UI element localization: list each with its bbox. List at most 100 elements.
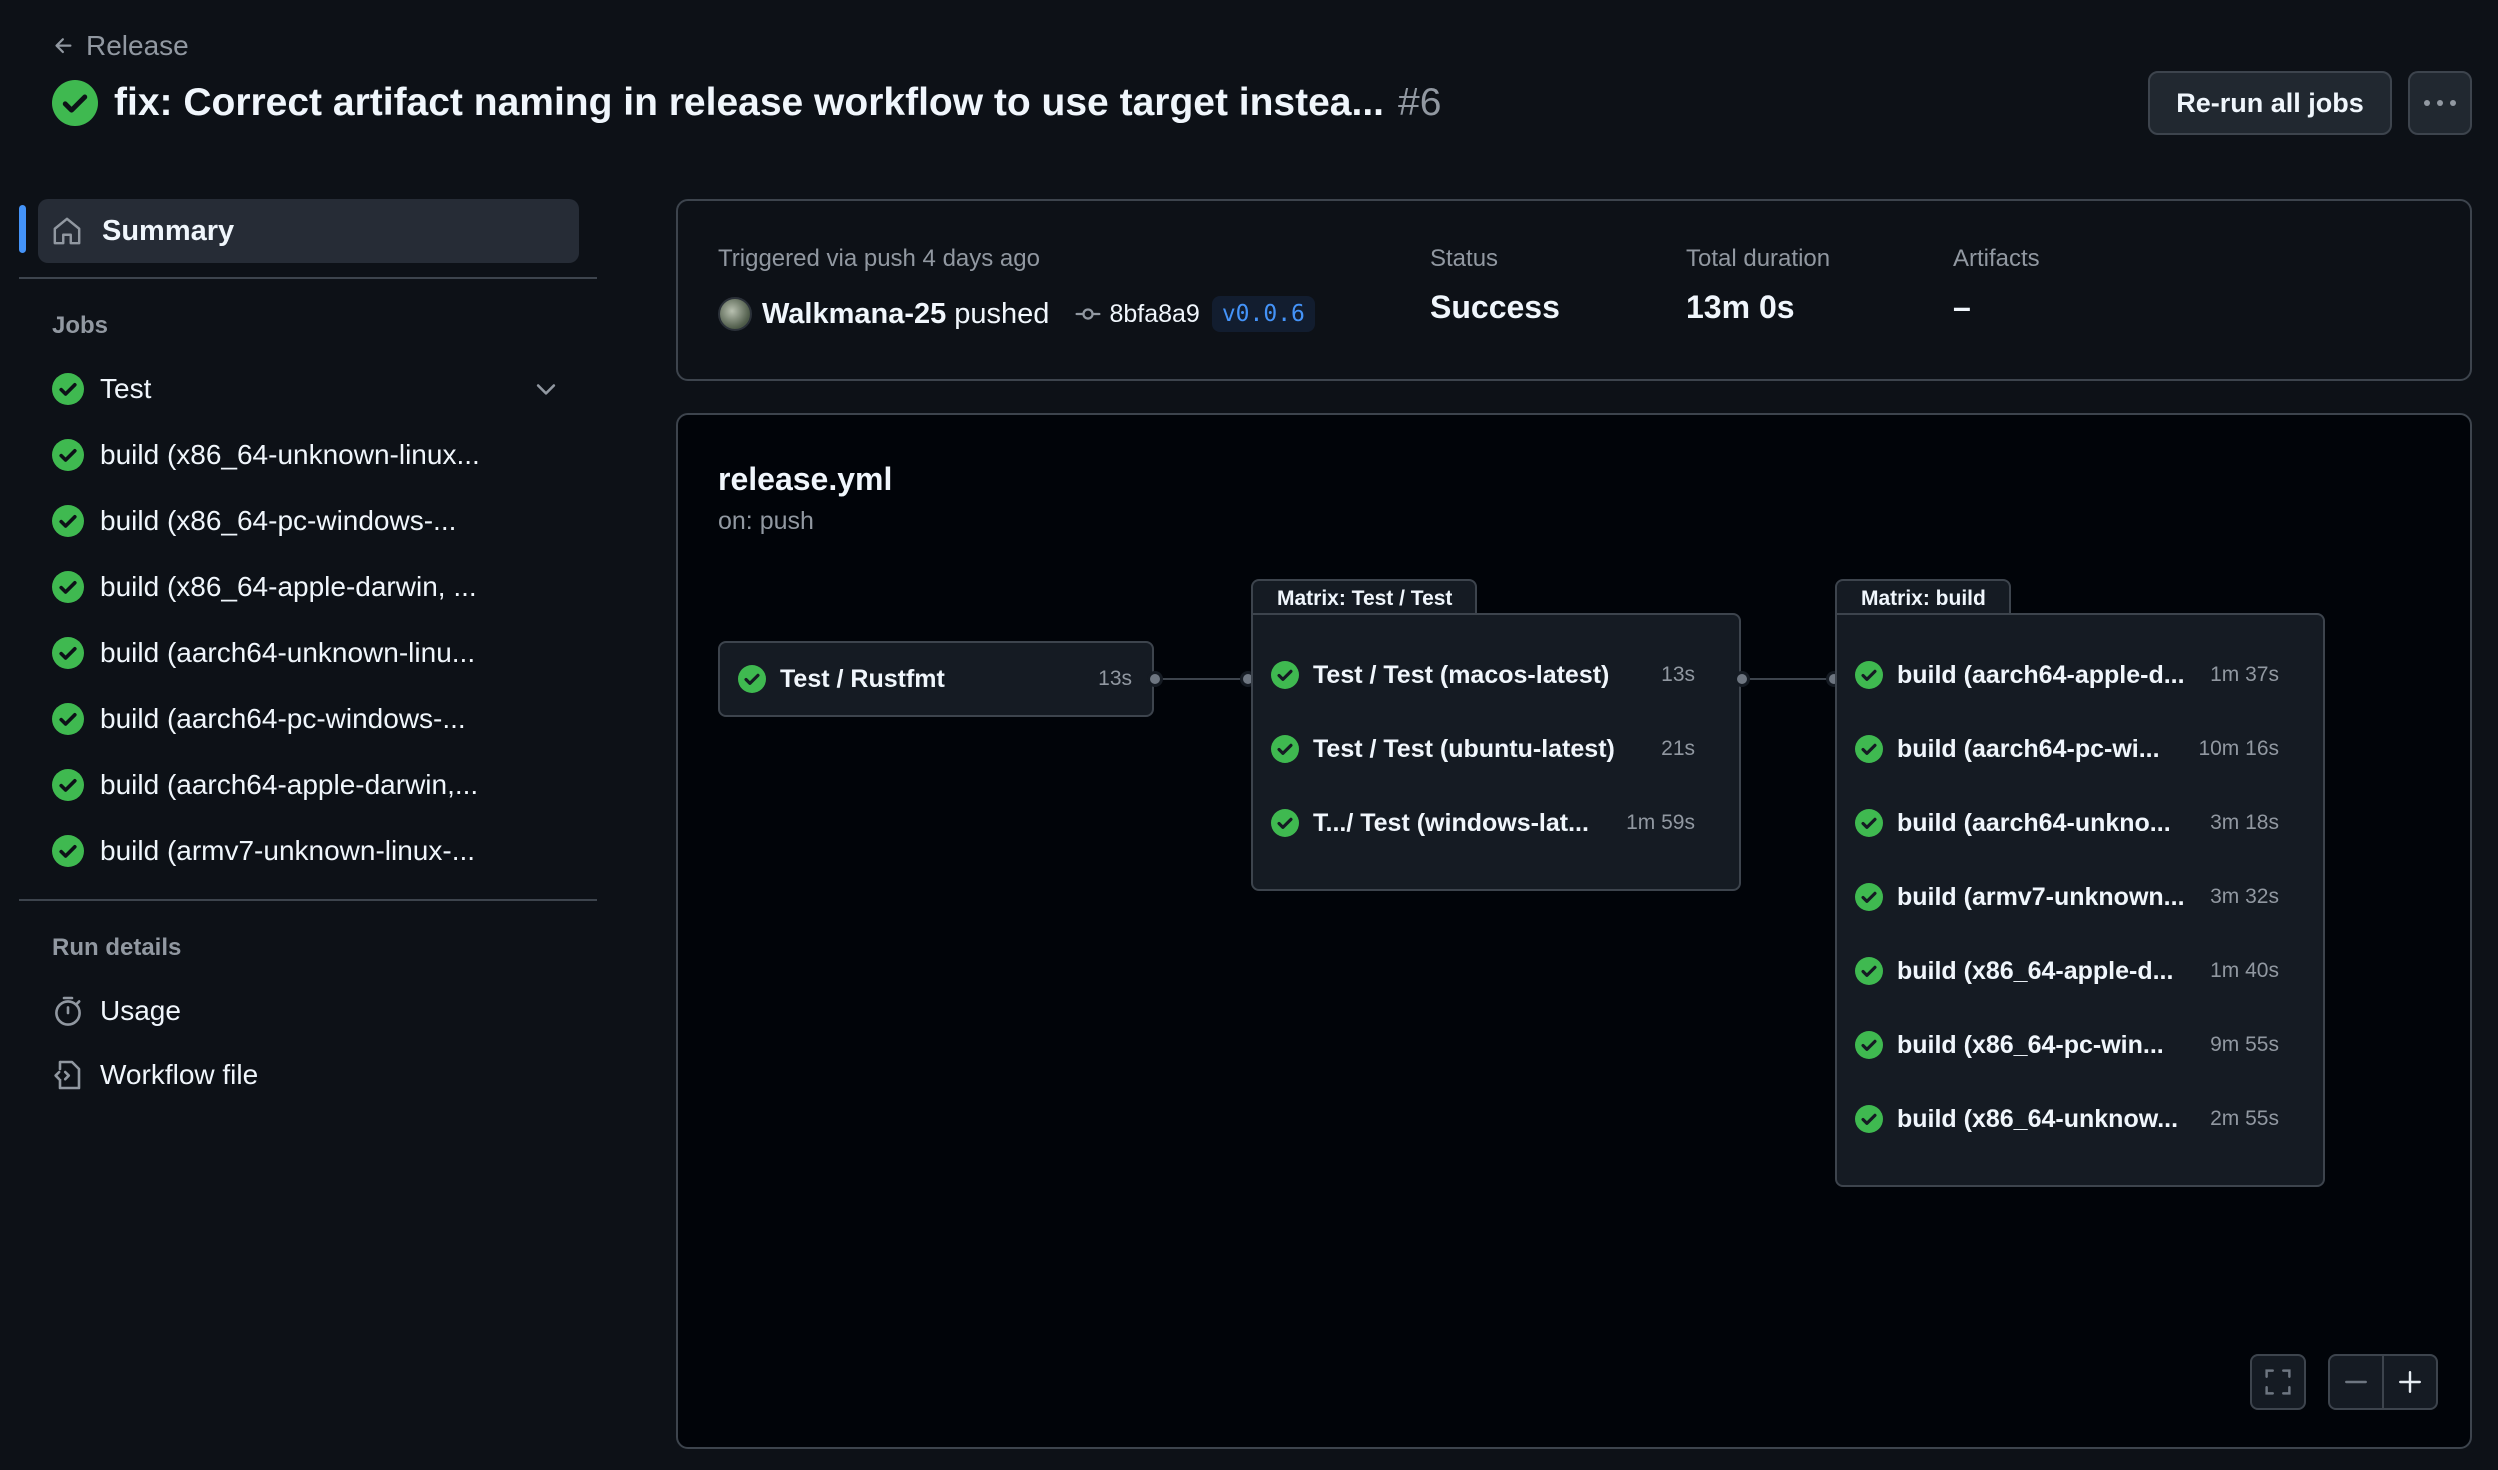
success-icon: [1855, 735, 1883, 763]
sidebar-item-summary[interactable]: Summary: [38, 199, 579, 263]
fullscreen-button[interactable]: [2250, 1354, 2306, 1410]
sidebar-job-build[interactable]: build (x86_64-unknown-linux...: [52, 431, 572, 479]
sidebar-job-build[interactable]: build (aarch64-apple-darwin,...: [52, 761, 572, 809]
success-icon: [52, 505, 84, 537]
jobs-heading: Jobs: [52, 312, 109, 339]
matrix-test-card: Test / Test (macos-latest) 13s Test / Te…: [1251, 613, 1741, 891]
connector-node: [1734, 671, 1750, 687]
artifacts-label: Artifacts: [1953, 245, 2040, 272]
zoom-in-button[interactable]: [2382, 1354, 2438, 1410]
git-commit-icon: [1075, 301, 1101, 327]
job-name: build (x86_64-apple-d...: [1897, 956, 2174, 985]
sidebar-job-build[interactable]: build (armv7-unknown-linux-...: [52, 827, 572, 875]
job-name: build (x86_64-pc-win...: [1897, 1030, 2164, 1059]
success-icon: [52, 373, 84, 405]
sidebar-divider: [19, 277, 597, 279]
success-icon: [1855, 661, 1883, 689]
job-name: build (aarch64-pc-wi...: [1897, 734, 2160, 763]
success-icon: [1855, 809, 1883, 837]
success-icon: [1855, 1031, 1883, 1059]
success-icon: [1271, 809, 1299, 837]
duration-label: Total duration: [1686, 245, 1831, 272]
run-number: #6: [1398, 81, 1442, 124]
connector-node: [1147, 671, 1163, 687]
home-icon: [52, 216, 82, 246]
sidebar-job-label: build (aarch64-pc-windows-...: [100, 703, 466, 734]
workflow-file-name[interactable]: release.yml: [718, 461, 892, 498]
zoom-out-button[interactable]: [2328, 1354, 2384, 1410]
job-row[interactable]: build (aarch64-unkno... 3m 18s: [1855, 803, 2279, 843]
job-duration: 13s: [1098, 667, 1132, 690]
sidebar-job-label: build (armv7-unknown-linux-...: [100, 835, 476, 866]
job-duration: 3m 18s: [2210, 811, 2279, 834]
success-icon: [52, 769, 84, 801]
job-row[interactable]: build (x86_64-apple-d... 1m 40s: [1855, 951, 2279, 991]
page-title: fix: Correct artifact naming in release …: [114, 81, 1384, 124]
success-icon: [52, 703, 84, 735]
chevron-down-icon[interactable]: [532, 375, 560, 403]
sidebar-job-build[interactable]: build (x86_64-apple-darwin, ...: [52, 563, 572, 611]
success-icon: [738, 665, 766, 693]
commit-link[interactable]: 8bfa8a9: [1075, 299, 1200, 329]
sidebar-job-label: build (aarch64-apple-darwin,...: [100, 769, 479, 800]
minus-icon: [2343, 1369, 2369, 1395]
workflow-graph: release.yml on: push Test / Rustfmt 13s …: [676, 413, 2472, 1449]
sidebar-item-usage[interactable]: Usage: [52, 987, 572, 1035]
sidebar-item-label: Summary: [102, 214, 235, 247]
sidebar-job-test[interactable]: Test: [52, 365, 572, 413]
kebab-horizontal-icon: [2423, 99, 2457, 107]
sidebar-job-label: build (aarch64-unknown-linu...: [100, 637, 476, 668]
job-row[interactable]: Test / Test (ubuntu-latest) 21s: [1271, 729, 1695, 769]
connector-line: [1743, 678, 1835, 680]
plus-icon: [2397, 1369, 2423, 1395]
job-duration: 3m 32s: [2210, 885, 2279, 908]
job-row[interactable]: build (armv7-unknown... 3m 32s: [1855, 877, 2279, 917]
job-row[interactable]: build (aarch64-pc-wi... 10m 16s: [1855, 729, 2279, 769]
page-title-row: fix: Correct artifact naming in release …: [52, 76, 1441, 130]
job-row[interactable]: T.../ Test (windows-lat... 1m 59s: [1271, 803, 1695, 843]
success-icon: [1855, 1105, 1883, 1133]
rerun-all-jobs-button[interactable]: Re-run all jobs: [2148, 71, 2392, 135]
job-card-rustfmt[interactable]: Test / Rustfmt 13s: [718, 641, 1154, 717]
job-row[interactable]: build (aarch64-apple-d... 1m 37s: [1855, 655, 2279, 695]
more-options-button[interactable]: [2408, 71, 2472, 135]
actor-link[interactable]: Walkmana-25: [762, 298, 946, 331]
sidebar-item-workflow-file[interactable]: Workflow file: [52, 1051, 572, 1099]
sidebar-job-build[interactable]: build (x86_64-pc-windows-...: [52, 497, 572, 545]
success-icon: [1855, 883, 1883, 911]
workflow-trigger: on: push: [718, 507, 814, 535]
job-name: T.../ Test (windows-lat...: [1313, 808, 1589, 837]
success-icon: [1855, 957, 1883, 985]
matrix-build-card: build (aarch64-apple-d... 1m 37s build (…: [1835, 613, 2325, 1187]
triggered-label: Triggered via push 4 days ago: [718, 245, 1040, 272]
job-name: Test / Test (ubuntu-latest): [1313, 734, 1615, 763]
success-icon: [52, 637, 84, 669]
avatar[interactable]: [718, 297, 752, 331]
job-name: build (armv7-unknown...: [1897, 882, 2185, 911]
success-icon: [52, 571, 84, 603]
artifacts-value: –: [1953, 289, 1971, 325]
job-name: build (aarch64-unkno...: [1897, 808, 2171, 837]
sidebar-job-build[interactable]: build (aarch64-unknown-linu...: [52, 629, 572, 677]
success-icon: [1271, 661, 1299, 689]
sidebar-job-label: build (x86_64-apple-darwin, ...: [100, 571, 477, 602]
back-link[interactable]: Release: [52, 28, 189, 64]
stopwatch-icon: [52, 995, 84, 1027]
action-text: pushed: [954, 297, 1050, 330]
job-row[interactable]: build (x86_64-pc-win... 9m 55s: [1855, 1025, 2279, 1065]
arrow-left-icon: [52, 34, 76, 58]
tag-badge[interactable]: v0.0.6: [1211, 296, 1315, 332]
connector-line: [1156, 678, 1248, 680]
job-row[interactable]: build (x86_64-unknow... 2m 55s: [1855, 1099, 2279, 1139]
job-row[interactable]: Test / Rustfmt 13s: [738, 659, 1132, 699]
job-row[interactable]: Test / Test (macos-latest) 13s: [1271, 655, 1695, 695]
run-details-heading: Run details: [52, 934, 182, 961]
job-name: build (x86_64-unknow...: [1897, 1104, 2179, 1133]
screen-full-icon: [2264, 1368, 2292, 1396]
active-indicator: [19, 205, 26, 253]
sidebar-job-label: build (x86_64-unknown-linux...: [100, 439, 480, 470]
sidebar-job-build[interactable]: build (aarch64-pc-windows-...: [52, 695, 572, 743]
commit-sha: 8bfa8a9: [1109, 299, 1200, 328]
status-label: Status: [1430, 245, 1499, 272]
matrix-test-title: Matrix: Test / Test: [1251, 579, 1477, 617]
